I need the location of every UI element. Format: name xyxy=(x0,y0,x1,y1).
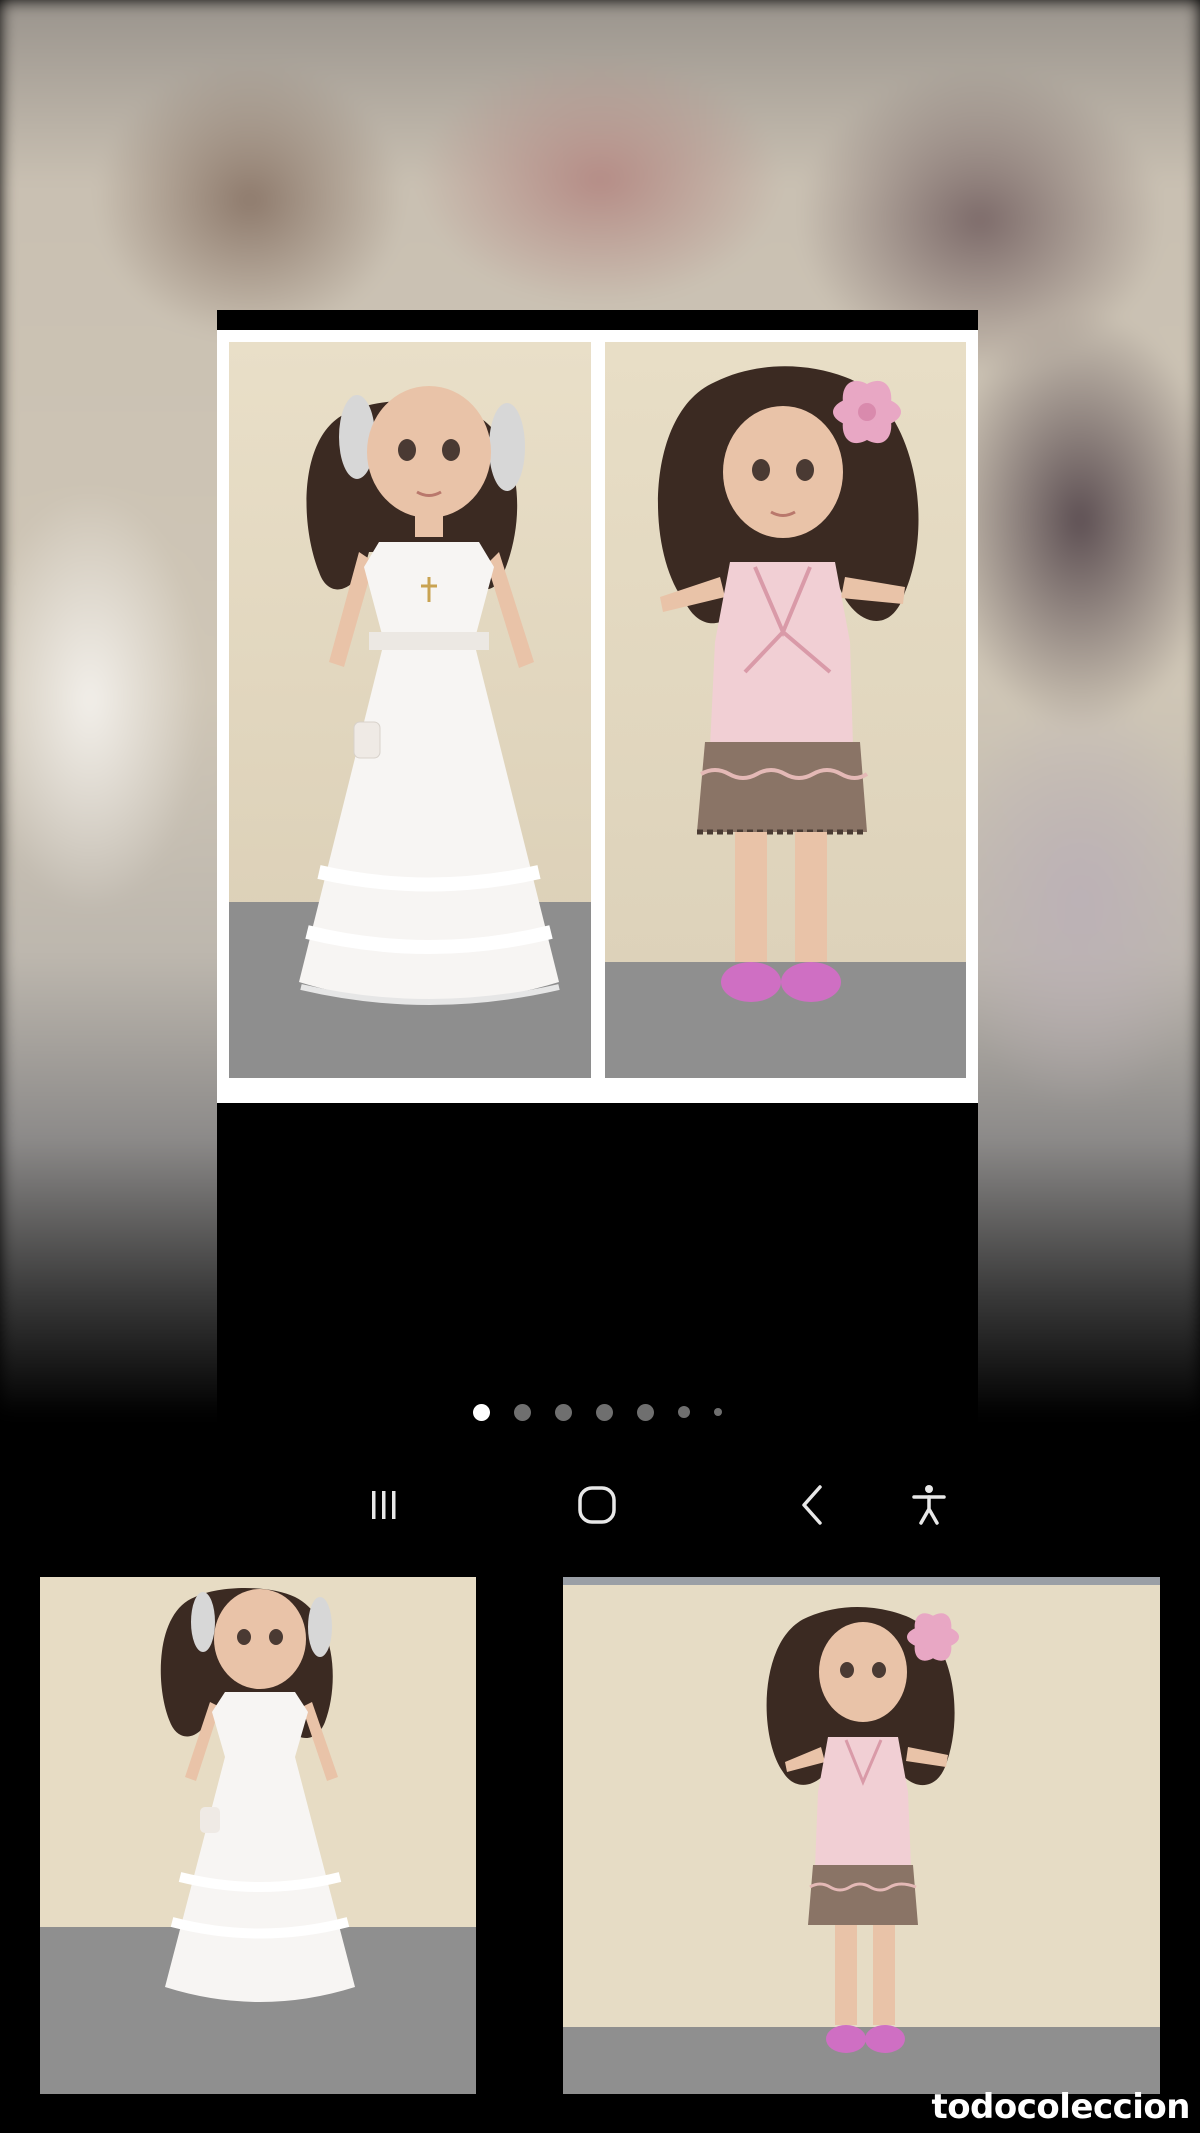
back-icon xyxy=(802,1485,822,1525)
page-dot[interactable] xyxy=(637,1403,654,1421)
page-dot[interactable] xyxy=(555,1403,572,1421)
page-dot-active[interactable] xyxy=(473,1403,490,1421)
page-dot[interactable] xyxy=(514,1403,531,1421)
accessibility-icon xyxy=(912,1485,946,1525)
recent-apps-icon xyxy=(372,1491,396,1519)
page-dot[interactable] xyxy=(596,1403,613,1421)
page-dot[interactable] xyxy=(714,1408,722,1416)
photo-collage[interactable] xyxy=(217,330,978,1103)
doll-white-dress-photo[interactable] xyxy=(229,342,591,1078)
page-indicator[interactable] xyxy=(217,1399,978,1425)
watermark-logo: todocoleccion xyxy=(931,2087,1190,2127)
android-navigation-bar xyxy=(0,1470,1200,1540)
accessibility-button[interactable] xyxy=(899,1470,959,1540)
page-dot[interactable] xyxy=(678,1406,690,1418)
doll-pink-outfit-thumbnail[interactable] xyxy=(563,1577,1160,2094)
screen: todocoleccion xyxy=(0,0,1200,2133)
doll-white-dress-thumbnail[interactable] xyxy=(40,1577,476,2094)
doll-pink-outfit-photo[interactable] xyxy=(605,342,966,1078)
home-button[interactable] xyxy=(567,1470,627,1540)
image-viewer[interactable] xyxy=(217,310,978,1485)
home-icon xyxy=(578,1486,616,1524)
recent-apps-button[interactable] xyxy=(354,1470,414,1540)
back-button[interactable] xyxy=(782,1470,842,1540)
